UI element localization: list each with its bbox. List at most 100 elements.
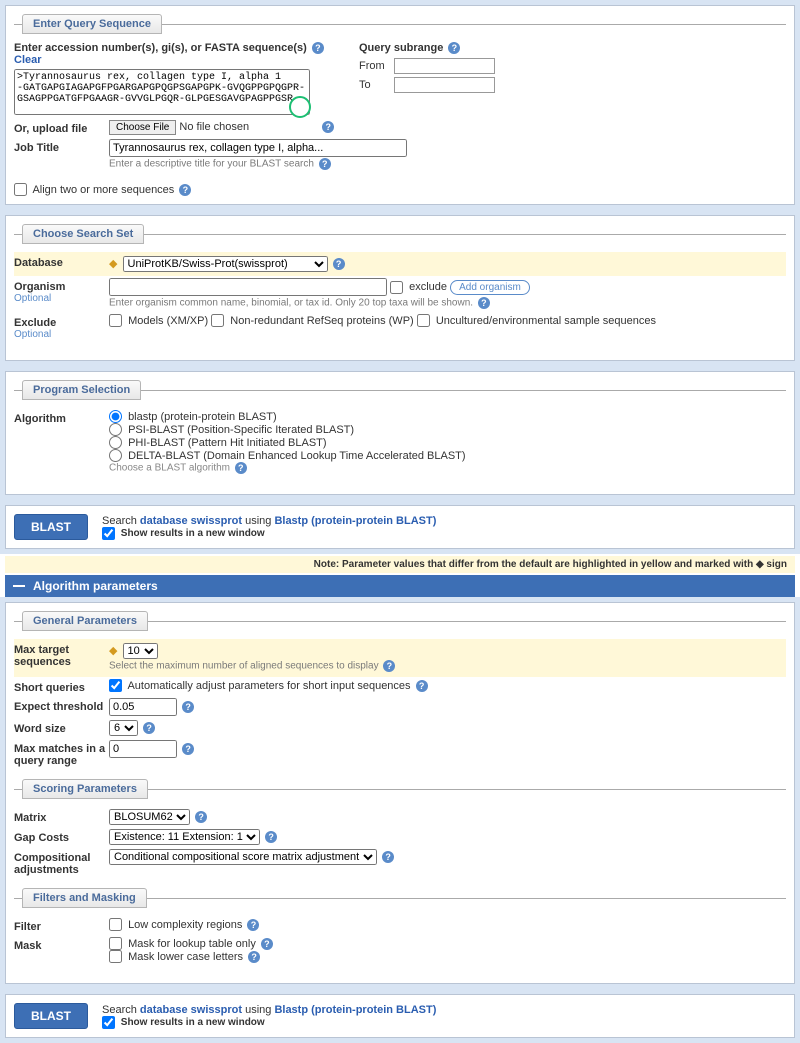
help-icon[interactable]: ? [247,919,259,931]
search-summary: Search database swissprot using Blastp (… [102,1004,436,1016]
align-checkbox-label[interactable]: Align two or more sequences [14,184,174,196]
exclude-uncultured-label[interactable]: Uncultured/environmental sample sequence… [417,315,656,327]
exclude-uncultured-checkbox[interactable] [417,314,430,327]
word-size-select[interactable]: 6 [109,720,138,736]
help-icon[interactable]: ? [265,831,277,843]
algo-phi-radio[interactable] [109,436,122,449]
clear-link[interactable]: Clear [14,54,42,66]
mask-lowercase-label[interactable]: Mask lower case letters [109,951,243,963]
comp-adjust-select[interactable]: Conditional compositional score matrix a… [109,849,377,865]
low-complexity-checkbox[interactable] [109,918,122,931]
help-icon[interactable]: ? [179,184,191,196]
help-icon[interactable]: ? [235,462,247,474]
jobtitle-hint: Enter a descriptive title for your BLAST… [109,159,314,170]
subrange-label: Query subrange [359,42,443,54]
help-icon[interactable]: ? [416,680,428,692]
exclude-organism-label[interactable]: exclude [390,281,447,293]
exclude-organism-checkbox[interactable] [390,281,403,294]
blast-button[interactable]: BLAST [14,1003,88,1029]
organism-input[interactable] [109,278,387,296]
short-queries-label: Short queries [14,679,109,694]
help-icon[interactable]: ? [383,660,395,672]
to-label: To [359,79,394,91]
help-icon[interactable]: ? [312,42,324,54]
show-results-checkbox[interactable] [102,1016,115,1029]
matrix-label: Matrix [14,809,109,824]
expect-threshold-label: Expect threshold [14,698,109,713]
help-icon[interactable]: ? [322,121,334,133]
comp-adjust-label: Compositional adjustments [14,849,109,876]
mask-lookup-label[interactable]: Mask for lookup table only [109,938,256,950]
help-icon[interactable]: ? [319,158,331,170]
scoring-params-section: Scoring Parameters Matrix BLOSUM62 ? Gap… [14,779,786,878]
add-organism-button[interactable]: Add organism [450,280,530,295]
help-icon[interactable]: ? [333,258,345,270]
help-icon[interactable]: ? [448,42,460,54]
low-complexity-label[interactable]: Low complexity regions [109,919,242,931]
algo-psi-radio[interactable] [109,423,122,436]
help-icon[interactable]: ? [478,297,490,309]
algo-blastp-label[interactable]: blastp (protein-protein BLAST) [109,411,277,423]
blast-button[interactable]: BLAST [14,514,88,540]
jobtitle-input[interactable] [109,139,407,157]
database-select[interactable]: UniProtKB/Swiss-Prot(swissprot) [123,256,328,272]
help-icon[interactable]: ? [382,851,394,863]
help-icon[interactable]: ? [182,701,194,713]
from-input[interactable] [394,58,495,74]
help-icon[interactable]: ? [248,951,260,963]
algorithm-hint: Choose a BLAST algorithm [109,463,230,474]
algo-psi-label[interactable]: PSI-BLAST (Position-Specific Iterated BL… [109,424,354,436]
matrix-select[interactable]: BLOSUM62 [109,809,190,825]
align-checkbox[interactable] [14,183,27,196]
changed-marker-icon: ◆ [109,258,117,270]
exclude-wp-label[interactable]: Non-redundant RefSeq proteins (WP) [211,315,414,327]
exclude-models-label[interactable]: Models (XM/XP) [109,315,208,327]
mask-lowercase-checkbox[interactable] [109,950,122,963]
to-input[interactable] [394,77,495,93]
choose-search-legend: Choose Search Set [22,224,144,244]
help-icon[interactable]: ? [261,938,273,950]
help-icon[interactable]: ? [143,722,155,734]
search-summary: Search database swissprot using Blastp (… [102,515,436,527]
gap-costs-select[interactable]: Existence: 11 Extension: 1 [109,829,260,845]
program-selection-section: Program Selection Algorithm blastp (prot… [14,380,786,476]
filter-label: Filter [14,918,109,933]
max-matches-input[interactable] [109,740,177,758]
algo-delta-radio[interactable] [109,449,122,462]
expect-threshold-input[interactable] [109,698,177,716]
filters-masking-section: Filters and Masking Filter Low complexit… [14,888,786,965]
show-results-label[interactable]: Show results in a new window [102,1017,265,1028]
choose-file-button[interactable]: Choose File [109,120,176,135]
max-target-select[interactable]: 10 [123,643,158,659]
seq-prompt: Enter accession number(s), gi(s), or FAS… [14,42,307,54]
algo-blastp-radio[interactable] [109,410,122,423]
general-params-section: General Parameters Max target sequences … [14,611,786,769]
exclude-models-checkbox[interactable] [109,314,122,327]
max-matches-label: Max matches in a query range [14,740,109,767]
organism-hint: Enter organism common name, binomial, or… [109,298,473,309]
collapse-icon[interactable] [13,585,25,587]
mask-lookup-checkbox[interactable] [109,937,122,950]
enter-query-section: Enter Query Sequence Enter accession num… [14,14,786,173]
algo-delta-label[interactable]: DELTA-BLAST (Domain Enhanced Lookup Time… [109,450,466,462]
enter-query-legend: Enter Query Sequence [22,14,162,34]
help-icon[interactable]: ? [195,811,207,823]
show-results-checkbox[interactable] [102,527,115,540]
database-label: Database [14,254,109,269]
exclude-wp-checkbox[interactable] [211,314,224,327]
short-queries-cb-label[interactable]: Automatically adjust parameters for shor… [109,680,411,692]
gap-costs-label: Gap Costs [14,829,109,844]
algo-phi-label[interactable]: PHI-BLAST (Pattern Hit Initiated BLAST) [109,437,327,449]
choose-search-section: Choose Search Set Database ◆ UniProtKB/S… [14,224,786,342]
max-target-hint: Select the maximum number of aligned seq… [109,661,379,672]
short-queries-checkbox[interactable] [109,679,122,692]
sequence-textarea[interactable]: >Tyrannosaurus rex, collagen type I, alp… [14,69,310,115]
grammarly-icon[interactable] [289,96,311,118]
organism-label: Organism [14,281,65,293]
help-icon[interactable]: ? [182,743,194,755]
upload-label: Or, upload file [14,120,109,135]
from-label: From [359,60,394,72]
algo-params-header[interactable]: Algorithm parameters [5,575,795,597]
show-results-label[interactable]: Show results in a new window [102,528,265,539]
filters-masking-legend: Filters and Masking [22,888,147,908]
